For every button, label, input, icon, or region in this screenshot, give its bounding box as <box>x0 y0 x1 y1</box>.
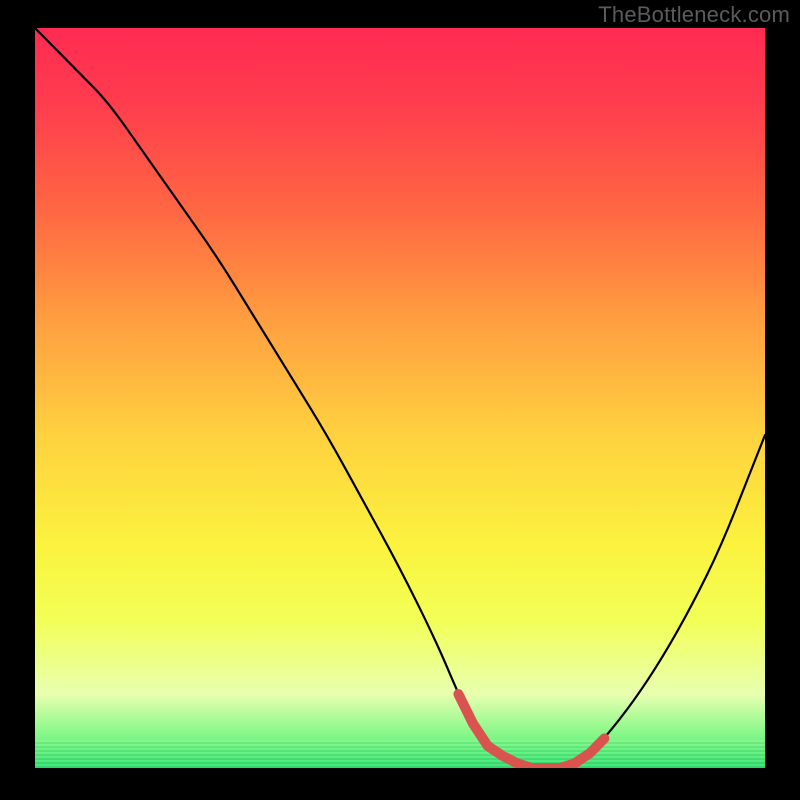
highlight-left <box>458 694 487 746</box>
highlight-flat <box>488 746 576 768</box>
chart-frame: TheBottleneck.com <box>0 0 800 800</box>
highlight-svg <box>35 28 765 768</box>
watermark-text: TheBottleneck.com <box>598 2 790 28</box>
highlight-right <box>575 738 604 763</box>
plot-area <box>35 28 765 768</box>
